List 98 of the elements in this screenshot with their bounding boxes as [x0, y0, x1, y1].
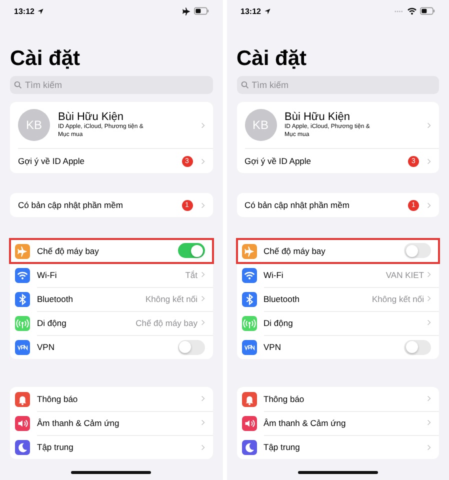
row-label: Di động — [37, 318, 68, 328]
location-icon — [264, 8, 271, 14]
bluetooth-icon — [15, 292, 30, 306]
chevron-icon — [200, 158, 204, 164]
settings-row[interactable]: Tập trung — [10, 435, 212, 459]
chevron-icon — [200, 419, 204, 426]
row-label: VPN — [264, 342, 282, 352]
chevron-icon — [427, 122, 431, 128]
page-title: Cài đặt — [10, 46, 82, 72]
status-time: 13:12 — [240, 6, 261, 16]
chevron-icon — [427, 419, 431, 426]
battery-icon — [420, 7, 435, 15]
row-label: Gợi ý về ID Apple — [244, 156, 312, 166]
vpn-icon — [242, 340, 256, 354]
settings-row[interactable]: Âm thanh & Cảm ứng — [10, 411, 212, 435]
battery-icon — [194, 7, 208, 15]
settings-row[interactable]: Thông báo — [10, 387, 212, 411]
settings-row[interactable]: Wi-Fi Tắt — [10, 263, 212, 287]
bell-icon — [15, 392, 30, 406]
chevron-icon — [200, 444, 204, 450]
row-label: Âm thanh & Cảm ứng — [37, 418, 120, 428]
signal-dots-icon — [394, 10, 404, 12]
airplane-icon — [182, 6, 190, 16]
wifi-icon — [407, 7, 417, 15]
settings-row[interactable]: VPN — [10, 335, 212, 359]
row-label: Di động — [264, 318, 294, 328]
chevron-icon — [427, 158, 431, 164]
row-label: Thông báo — [37, 394, 79, 404]
chevron-icon — [427, 202, 431, 208]
row-label: VPN — [37, 342, 56, 352]
antenna-icon — [242, 316, 256, 330]
settings-row[interactable]: Bluetooth Không kết nối — [10, 287, 212, 311]
chevron-icon — [427, 271, 431, 278]
settings-row[interactable]: Thông báo — [236, 387, 439, 411]
row-value: Chế độ máy bay — [136, 318, 198, 328]
toggle-switch[interactable] — [178, 340, 204, 354]
search-field[interactable]: Tìm kiếm — [10, 76, 212, 94]
moon-icon — [242, 440, 256, 454]
row-value: Không kết nối — [372, 294, 424, 304]
settings-row[interactable]: Di động Chế độ máy bay — [10, 311, 212, 335]
settings-row[interactable]: Tập trung — [236, 435, 439, 459]
speaker-icon — [15, 416, 30, 430]
chevron-icon — [200, 271, 204, 278]
airplane-icon — [15, 244, 30, 258]
row-label: Tập trung — [264, 442, 301, 452]
chevron-icon — [427, 319, 431, 326]
chevron-icon — [427, 295, 431, 302]
search-icon — [240, 81, 248, 89]
wifi-icon — [242, 268, 256, 282]
chevron-icon — [200, 202, 204, 208]
search-icon — [14, 81, 22, 89]
status-time: 13:12 — [14, 6, 34, 16]
settings-row[interactable]: Wi-Fi VAN KIET — [236, 263, 439, 287]
page-title: Cài đặt — [236, 46, 308, 72]
row-label: Bluetooth — [37, 294, 74, 304]
toggle-switch[interactable] — [404, 340, 431, 354]
avatar: KB — [244, 109, 276, 141]
airplane-icon — [242, 244, 256, 258]
antenna-icon — [15, 316, 30, 330]
settings-row[interactable]: Bluetooth Không kết nối — [236, 287, 439, 311]
row-label: Có bản cập nhật phần mềm — [244, 200, 350, 210]
settings-row[interactable]: Chế độ máy bay — [10, 239, 212, 263]
search-field[interactable]: Tìm kiếm — [236, 76, 439, 94]
settings-row[interactable]: VPN — [236, 335, 439, 359]
wifi-icon — [15, 268, 30, 282]
row-label: Thông báo — [264, 394, 306, 404]
chevron-icon — [200, 295, 204, 302]
row-value: Tắt — [185, 270, 198, 280]
chevron-icon — [200, 122, 204, 128]
row-label: Tập trung — [37, 442, 74, 452]
row-label: Âm thanh & Cảm ứng — [264, 418, 347, 428]
profile-name: Bùi Hữu Kiện — [284, 111, 351, 123]
row-label: Có bản cập nhật phần mềm — [18, 200, 124, 210]
toggle-switch[interactable] — [404, 243, 431, 258]
bluetooth-icon — [242, 292, 256, 306]
row-value: VAN KIET — [386, 270, 424, 280]
chevron-icon — [427, 395, 431, 402]
bell-icon — [242, 392, 256, 406]
settings-row[interactable]: Di động — [236, 311, 439, 335]
moon-icon — [15, 440, 30, 454]
row-label: Bluetooth — [264, 294, 300, 304]
settings-row[interactable]: Âm thanh & Cảm ứng — [236, 411, 439, 435]
row-value: Không kết nối — [146, 294, 198, 304]
speaker-icon — [242, 416, 256, 430]
profile-name: Bùi Hữu Kiện — [58, 111, 124, 123]
location-icon — [37, 8, 44, 14]
row-label: Wi-Fi — [264, 270, 284, 280]
avatar: KB — [18, 109, 50, 141]
chevron-icon — [200, 395, 204, 402]
vpn-icon — [15, 340, 30, 354]
chevron-icon — [200, 319, 204, 326]
row-label: Gợi ý về ID Apple — [18, 156, 86, 166]
row-label: Chế độ máy bay — [264, 246, 326, 256]
row-label: Wi-Fi — [37, 270, 58, 280]
row-label: Chế độ máy bay — [37, 246, 100, 256]
toggle-switch[interactable] — [178, 243, 204, 258]
settings-row[interactable]: Chế độ máy bay — [236, 239, 439, 263]
chevron-icon — [427, 444, 431, 450]
